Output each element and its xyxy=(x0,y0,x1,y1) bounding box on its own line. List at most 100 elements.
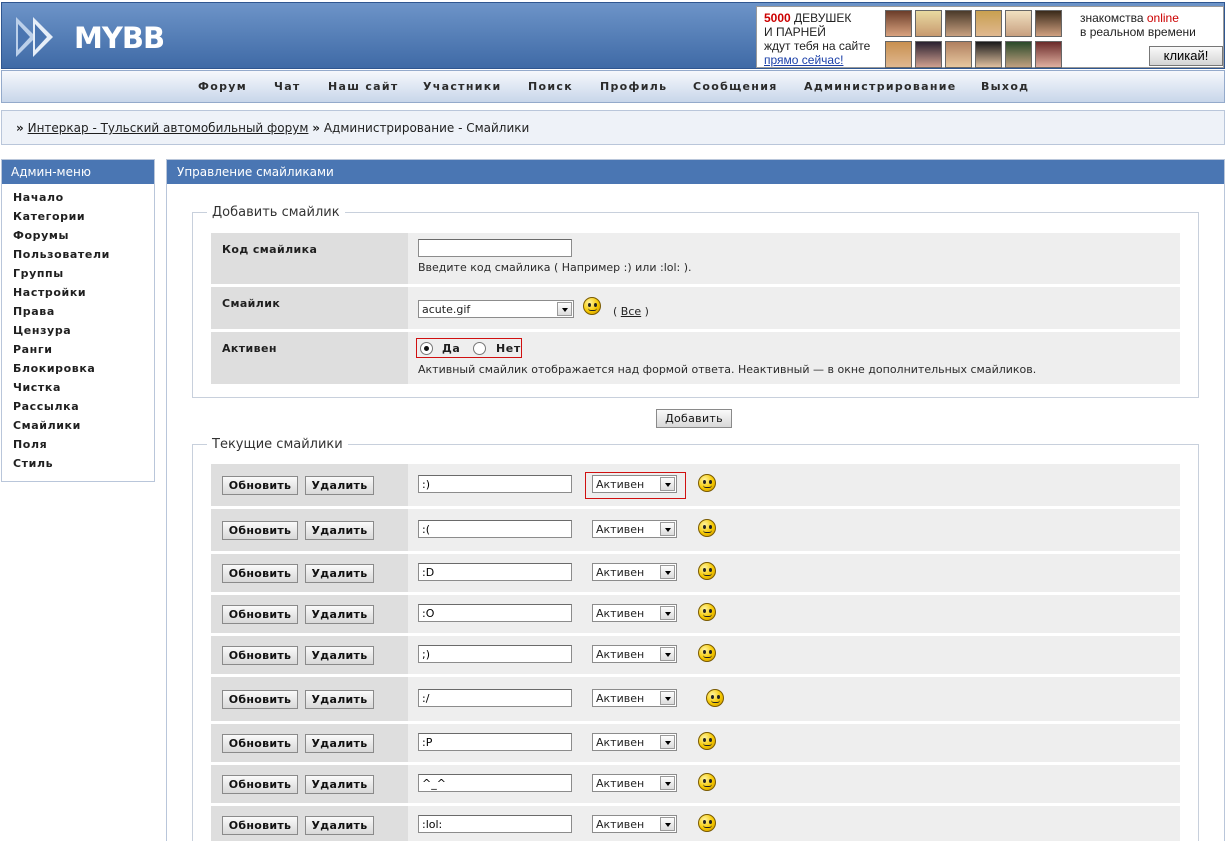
delete-button[interactable]: Удалить xyxy=(305,646,374,665)
nav-search[interactable]: Поиск xyxy=(528,80,573,93)
profile-photo[interactable] xyxy=(1005,10,1032,37)
profile-photo[interactable] xyxy=(1035,41,1062,68)
delete-button[interactable]: Удалить xyxy=(305,476,374,495)
chevron-down-icon[interactable] xyxy=(660,477,675,491)
nav-profile[interactable]: Профиль xyxy=(600,80,667,93)
all-open-paren: ( xyxy=(613,305,618,318)
active-yes-radio[interactable] xyxy=(420,342,433,355)
chevron-down-icon[interactable] xyxy=(660,776,675,790)
ad-banner[interactable]: 5000 ДЕВУШЕК И ПАРНЕЙ ждут тебя на сайте… xyxy=(756,6,1224,68)
status-select[interactable]: Активен xyxy=(592,563,677,581)
delete-button[interactable]: Удалить xyxy=(305,816,374,835)
chevron-down-icon[interactable] xyxy=(557,302,572,316)
chevron-down-icon[interactable] xyxy=(660,647,675,661)
sidebar-item-ranks[interactable]: Ранги xyxy=(13,343,154,362)
sidebar-item-permissions[interactable]: Права xyxy=(13,305,154,324)
active-no-radio[interactable] xyxy=(473,342,486,355)
sidebar-item-smilies[interactable]: Смайлики xyxy=(13,419,154,438)
sidebar-item-settings[interactable]: Настройки xyxy=(13,286,154,305)
active-row: Активен Да Нет Активный смайлик отобража… xyxy=(211,332,1180,384)
status-value: Активен xyxy=(596,777,645,790)
sidebar-item-bans[interactable]: Блокировка xyxy=(13,362,154,381)
nav-members[interactable]: Участники xyxy=(423,80,502,93)
profile-photo[interactable] xyxy=(885,10,912,37)
sidebar-item-fields[interactable]: Поля xyxy=(13,438,154,457)
update-button[interactable]: Обновить xyxy=(222,646,298,665)
delete-button[interactable]: Удалить xyxy=(305,775,374,794)
update-button[interactable]: Обновить xyxy=(222,521,298,540)
update-button[interactable]: Обновить xyxy=(222,605,298,624)
update-button[interactable]: Обновить xyxy=(222,775,298,794)
chevron-down-icon[interactable] xyxy=(660,522,675,536)
nav-messages[interactable]: Сообщения xyxy=(693,80,778,93)
add-smiley-legend: Добавить смайлик xyxy=(207,205,345,220)
sidebar-item-groups[interactable]: Группы xyxy=(13,267,154,286)
smiley-code-input[interactable] xyxy=(418,604,572,622)
banner-link[interactable]: прямо сейчас! xyxy=(764,53,843,67)
mybb-logo[interactable]: MYBB xyxy=(16,13,176,61)
status-select[interactable]: Активен xyxy=(592,815,677,833)
sidebar-item-forums[interactable]: Форумы xyxy=(13,229,154,248)
chevron-down-icon[interactable] xyxy=(660,606,675,620)
status-select[interactable]: Активен xyxy=(592,645,677,663)
status-select[interactable]: Активен xyxy=(592,689,677,707)
chevron-down-icon[interactable] xyxy=(660,817,675,831)
smiley-image-select[interactable]: acute.gif xyxy=(418,300,574,318)
all-smilies-link[interactable]: Все xyxy=(621,305,641,318)
smiley-code-input[interactable] xyxy=(418,689,572,707)
sidebar-item-style[interactable]: Стиль xyxy=(13,457,154,476)
status-select[interactable]: Активен xyxy=(592,733,677,751)
update-button[interactable]: Обновить xyxy=(222,816,298,835)
active-yes-label[interactable]: Да xyxy=(442,342,460,355)
profile-photo[interactable] xyxy=(1005,41,1032,68)
chevron-down-icon[interactable] xyxy=(660,565,675,579)
smiley-code-input[interactable] xyxy=(418,520,572,538)
profile-photo[interactable] xyxy=(945,41,972,68)
smiley-code-input[interactable] xyxy=(418,475,572,493)
sidebar-item-mailing[interactable]: Рассылка xyxy=(13,400,154,419)
profile-photo[interactable] xyxy=(975,41,1002,68)
update-button[interactable]: Обновить xyxy=(222,734,298,753)
smiley-image-value: acute.gif xyxy=(422,303,471,316)
update-button[interactable]: Обновить xyxy=(222,564,298,583)
sidebar-item-start[interactable]: Начало xyxy=(13,191,154,210)
profile-photo[interactable] xyxy=(915,10,942,37)
status-select[interactable]: Активен xyxy=(592,604,677,622)
sidebar-item-prune[interactable]: Чистка xyxy=(13,381,154,400)
update-button[interactable]: Обновить xyxy=(222,690,298,709)
status-select[interactable]: Активен xyxy=(592,520,677,538)
profile-photo[interactable] xyxy=(915,41,942,68)
delete-button[interactable]: Удалить xyxy=(305,690,374,709)
delete-button[interactable]: Удалить xyxy=(305,734,374,753)
delete-button[interactable]: Удалить xyxy=(305,605,374,624)
update-button[interactable]: Обновить xyxy=(222,476,298,495)
add-smiley-button[interactable]: Добавить xyxy=(656,409,732,428)
banner-click-button[interactable]: кликай! xyxy=(1149,46,1223,66)
status-select[interactable]: Активен xyxy=(592,475,677,493)
breadcrumb-forum-link[interactable]: Интеркар - Тульский автомобильный форум xyxy=(28,121,309,135)
active-no-label[interactable]: Нет xyxy=(496,342,521,355)
chevron-down-icon[interactable] xyxy=(660,691,675,705)
nav-admin[interactable]: Администрирование xyxy=(804,80,957,93)
sidebar-item-users[interactable]: Пользователи xyxy=(13,248,154,267)
profile-photo[interactable] xyxy=(885,41,912,68)
profile-photo[interactable] xyxy=(975,10,1002,37)
smiley-code-input[interactable] xyxy=(418,563,572,581)
profile-photo[interactable] xyxy=(945,10,972,37)
nav-chat[interactable]: Чат xyxy=(274,80,301,93)
smiley-code-input[interactable] xyxy=(418,774,572,792)
smiley-code-input[interactable] xyxy=(418,733,572,751)
smiley-code-input[interactable] xyxy=(418,815,572,833)
delete-button[interactable]: Удалить xyxy=(305,521,374,540)
chevron-down-icon[interactable] xyxy=(660,735,675,749)
smiley-code-input[interactable] xyxy=(418,239,572,257)
nav-our-site[interactable]: Наш сайт xyxy=(328,80,399,93)
profile-photo[interactable] xyxy=(1035,10,1062,37)
nav-logout[interactable]: Выход xyxy=(981,80,1029,93)
smiley-code-input[interactable] xyxy=(418,645,572,663)
delete-button[interactable]: Удалить xyxy=(305,564,374,583)
sidebar-item-censorship[interactable]: Цензура xyxy=(13,324,154,343)
status-select[interactable]: Активен xyxy=(592,774,677,792)
sidebar-item-categories[interactable]: Категории xyxy=(13,210,154,229)
nav-forum[interactable]: Форум xyxy=(198,80,247,93)
